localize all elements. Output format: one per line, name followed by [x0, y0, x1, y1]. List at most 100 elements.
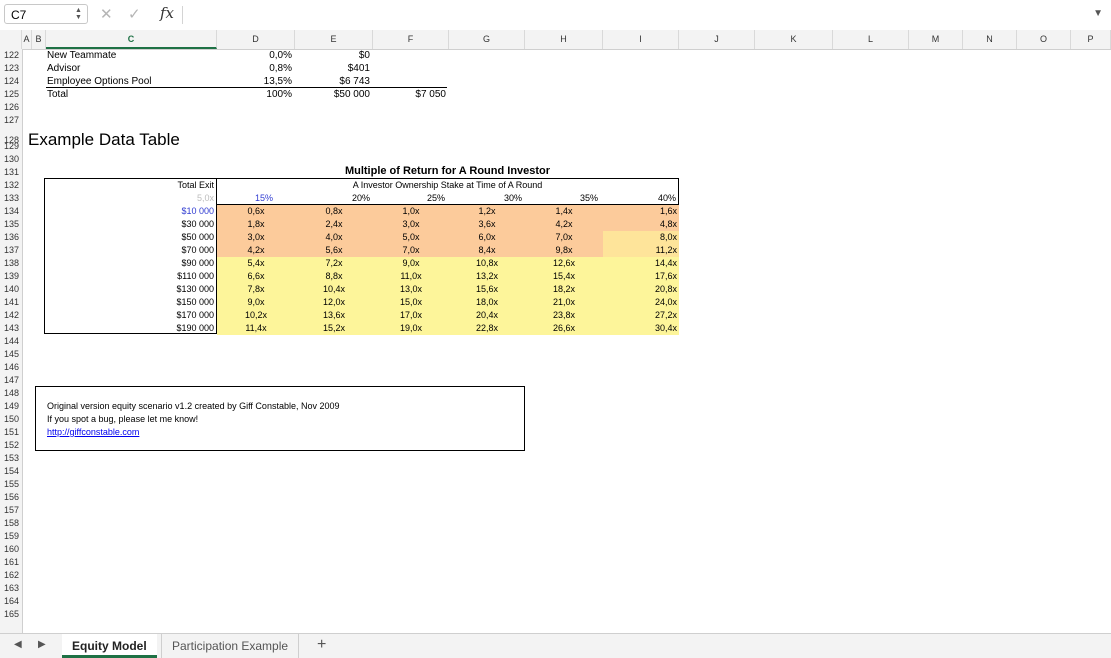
formula-expand-icon[interactable]: ▼: [1093, 8, 1103, 19]
multiple-cell[interactable]: 9,0x: [373, 257, 449, 270]
multiple-cell[interactable]: 2,4x: [295, 218, 373, 231]
column-header-m[interactable]: M: [909, 30, 963, 49]
multiple-cell[interactable]: 20,4x: [449, 309, 525, 322]
row-number[interactable]: 134: [0, 206, 22, 216]
multiple-cell[interactable]: 5,6x: [295, 244, 373, 257]
row-number[interactable]: 153: [0, 453, 22, 463]
name-box-stepper-icon[interactable]: ▲ ▼: [75, 7, 82, 21]
row-number[interactable]: 135: [0, 219, 22, 229]
row-number[interactable]: 132: [0, 180, 22, 190]
row-number[interactable]: 163: [0, 583, 22, 593]
multiple-cell[interactable]: 27,2x: [603, 309, 679, 322]
column-header-d[interactable]: D: [217, 30, 295, 49]
row-number[interactable]: 150: [0, 414, 22, 424]
tab-prev-icon[interactable]: ◀: [14, 639, 22, 650]
multiple-cell[interactable]: 6,0x: [449, 231, 525, 244]
row-number[interactable]: 165: [0, 609, 22, 619]
tab-participation-example[interactable]: Participation Example: [161, 634, 300, 658]
column-header-a[interactable]: A: [22, 30, 32, 49]
row-number[interactable]: 131: [0, 167, 22, 177]
row-number[interactable]: 141: [0, 297, 22, 307]
multiple-cell[interactable]: 8,4x: [449, 244, 525, 257]
multiple-cell[interactable]: 20,8x: [603, 283, 679, 296]
multiple-cell[interactable]: 7,8x: [217, 283, 295, 296]
row-number[interactable]: 149: [0, 401, 22, 411]
tab-next-icon[interactable]: ▶: [38, 639, 46, 650]
multiple-cell[interactable]: 26,6x: [525, 322, 603, 335]
multiple-cell[interactable]: 18,0x: [449, 296, 525, 309]
tab-equity-model[interactable]: Equity Model: [62, 634, 157, 658]
column-header-f[interactable]: F: [373, 30, 449, 49]
column-header-b[interactable]: B: [32, 30, 46, 49]
row-number[interactable]: 143: [0, 323, 22, 333]
multiple-cell[interactable]: 17,0x: [373, 309, 449, 322]
multiple-cell[interactable]: 4,2x: [525, 218, 603, 231]
multiple-cell[interactable]: 3,0x: [217, 231, 295, 244]
multiple-cell[interactable]: 12,6x: [525, 257, 603, 270]
multiple-cell[interactable]: 14,4x: [603, 257, 679, 270]
multiple-cell[interactable]: 11,0x: [373, 270, 449, 283]
multiple-cell[interactable]: 24,0x: [603, 296, 679, 309]
multiple-cell[interactable]: 1,6x: [603, 205, 679, 218]
row-number[interactable]: 127: [0, 115, 22, 125]
multiple-cell[interactable]: 7,0x: [373, 244, 449, 257]
row-number[interactable]: 151: [0, 427, 22, 437]
multiple-cell[interactable]: 15,2x: [295, 322, 373, 335]
multiple-cell[interactable]: 5,4x: [217, 257, 295, 270]
column-header-n[interactable]: N: [963, 30, 1017, 49]
column-header-l[interactable]: L: [833, 30, 909, 49]
multiple-cell[interactable]: 23,8x: [525, 309, 603, 322]
column-header-e[interactable]: E: [295, 30, 373, 49]
multiple-cell[interactable]: 6,6x: [217, 270, 295, 283]
multiple-cell[interactable]: 10,2x: [217, 309, 295, 322]
multiple-cell[interactable]: 0,8x: [295, 205, 373, 218]
row-number[interactable]: 139: [0, 271, 22, 281]
multiple-cell[interactable]: 10,8x: [449, 257, 525, 270]
column-header-i[interactable]: I: [603, 30, 679, 49]
multiple-cell[interactable]: 12,0x: [295, 296, 373, 309]
multiple-cell[interactable]: 3,0x: [373, 218, 449, 231]
row-number[interactable]: 160: [0, 544, 22, 554]
row-number[interactable]: 140: [0, 284, 22, 294]
column-header-o[interactable]: O: [1017, 30, 1071, 49]
add-sheet-icon[interactable]: +: [317, 636, 326, 654]
row-number[interactable]: 138: [0, 258, 22, 268]
row-number[interactable]: 157: [0, 505, 22, 515]
confirm-icon[interactable]: ✓: [128, 5, 141, 23]
multiple-cell[interactable]: 22,8x: [449, 322, 525, 335]
column-header-j[interactable]: J: [679, 30, 755, 49]
column-header-c[interactable]: C: [46, 30, 217, 49]
row-number[interactable]: 148: [0, 388, 22, 398]
multiple-cell[interactable]: 17,6x: [603, 270, 679, 283]
row-number[interactable]: 145: [0, 349, 22, 359]
multiple-cell[interactable]: 4,8x: [603, 218, 679, 231]
row-number[interactable]: 162: [0, 570, 22, 580]
row-number[interactable]: 133: [0, 193, 22, 203]
name-box[interactable]: C7 ▲ ▼: [4, 4, 88, 24]
formula-input[interactable]: [186, 4, 1090, 26]
multiple-cell[interactable]: 1,4x: [525, 205, 603, 218]
column-header-h[interactable]: H: [525, 30, 603, 49]
row-number[interactable]: 156: [0, 492, 22, 502]
multiple-cell[interactable]: 18,2x: [525, 283, 603, 296]
row-number[interactable]: 161: [0, 557, 22, 567]
multiple-cell[interactable]: 10,4x: [295, 283, 373, 296]
multiple-cell[interactable]: 0,6x: [217, 205, 295, 218]
column-header-g[interactable]: G: [449, 30, 525, 49]
multiple-cell[interactable]: 3,6x: [449, 218, 525, 231]
multiple-cell[interactable]: 13,2x: [449, 270, 525, 283]
column-header-k[interactable]: K: [755, 30, 833, 49]
multiple-cell[interactable]: 19,0x: [373, 322, 449, 335]
row-number[interactable]: 142: [0, 310, 22, 320]
multiple-cell[interactable]: 8,0x: [603, 231, 679, 244]
multiple-cell[interactable]: 13,6x: [295, 309, 373, 322]
multiple-cell[interactable]: 7,0x: [525, 231, 603, 244]
row-number[interactable]: 147: [0, 375, 22, 385]
row-number[interactable]: 136: [0, 232, 22, 242]
multiple-cell[interactable]: 4,2x: [217, 244, 295, 257]
row-number[interactable]: 159: [0, 531, 22, 541]
multiple-cell[interactable]: 11,4x: [217, 322, 295, 335]
row-number[interactable]: 126: [0, 102, 22, 112]
row-number[interactable]: 154: [0, 466, 22, 476]
multiple-cell[interactable]: 21,0x: [525, 296, 603, 309]
